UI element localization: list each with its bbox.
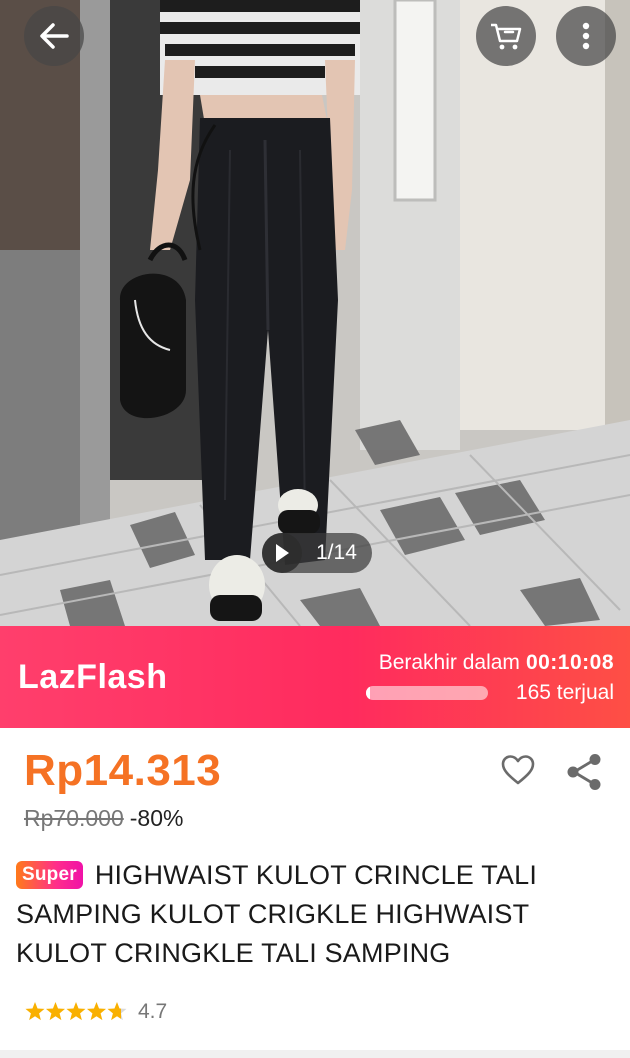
product-title: HIGHWAIST KULOT CRINCLE TALI SAMPING KUL… <box>16 860 538 968</box>
star-icon <box>66 1002 86 1021</box>
sale-price: Rp14.313 <box>24 746 222 795</box>
wishlist-button[interactable] <box>500 754 536 791</box>
star-icon <box>107 1002 127 1021</box>
share-button[interactable] <box>564 752 604 797</box>
star-icon <box>86 1002 107 1021</box>
super-badge: Super <box>16 861 83 889</box>
product-title-block: Super HIGHWAIST KULOT CRINCLE TALI SAMPIN… <box>16 856 616 973</box>
lazflash-brand: LazFlash <box>18 658 168 696</box>
flash-sale-banner[interactable]: LazFlash Berakhir dalam 00:10:08 <box>0 626 630 728</box>
rating-stars <box>25 1002 127 1021</box>
discount-percent: -80% <box>129 805 184 831</box>
section-divider <box>0 1050 630 1058</box>
share-icon <box>567 754 601 790</box>
back-button[interactable] <box>24 6 84 66</box>
star-icon <box>25 1002 45 1021</box>
product-image[interactable]: 1/14 <box>0 0 630 626</box>
arrow-left-icon <box>40 23 69 49</box>
sold-count: 165 terjual <box>515 681 614 704</box>
more-options-button[interactable] <box>556 6 616 66</box>
countdown-time: 00:10:08 <box>525 651 614 674</box>
heart-icon <box>501 755 535 785</box>
rating-row[interactable]: 4.7 <box>24 1000 167 1024</box>
star-icon <box>45 1002 66 1021</box>
original-price: Rp70.000 <box>24 805 124 831</box>
rating-value: 4.7 <box>138 1000 168 1023</box>
flash-countdown: Berakhir dalam 00:10:08 <box>379 651 614 675</box>
sold-progress-bar <box>366 686 488 700</box>
cart-icon <box>491 23 522 50</box>
original-price-row: Rp70.000 -80% <box>24 805 183 832</box>
countdown-label: Berakhir dalam <box>378 651 520 674</box>
more-vertical-icon <box>582 22 590 50</box>
cart-button[interactable] <box>476 6 536 66</box>
play-icon <box>276 544 289 562</box>
image-counter: 1/14 <box>316 541 357 564</box>
play-video-button[interactable] <box>262 533 302 573</box>
lazflash-logo: LazFlash <box>18 658 167 697</box>
